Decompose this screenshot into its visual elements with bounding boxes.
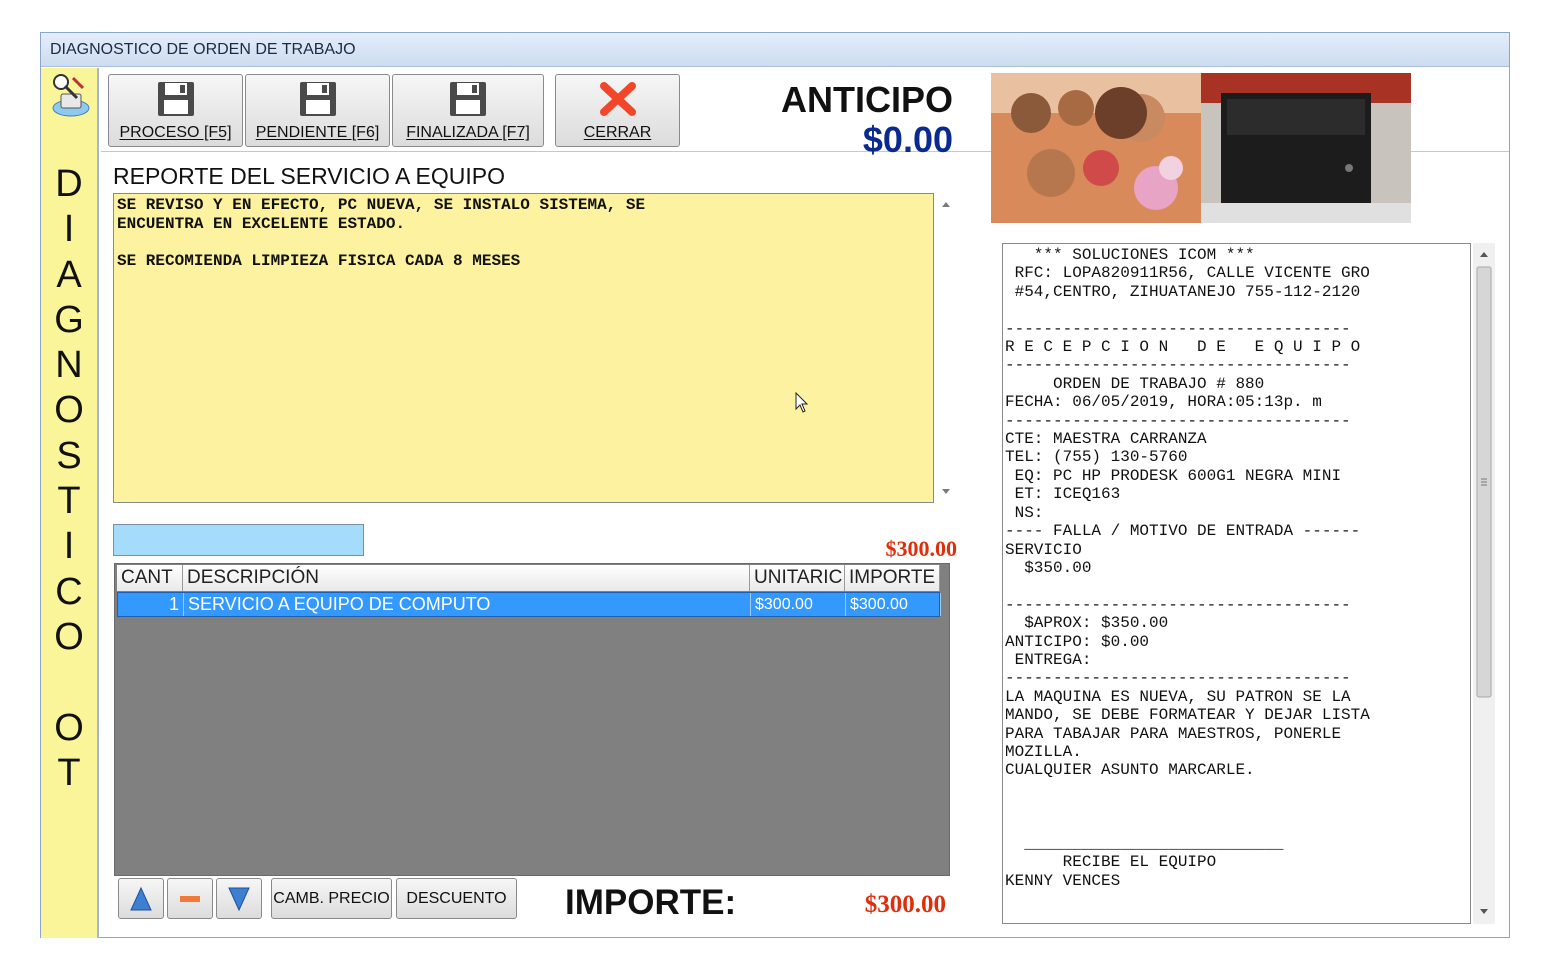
items-grid[interactable]: CANT DESCRIPCIÓN UNITARIC IMPORTE 1 SERV… xyxy=(114,563,950,876)
triangle-up-icon xyxy=(130,886,152,911)
sidebar-letter: N xyxy=(55,344,83,387)
importe-value: $300.00 xyxy=(864,891,946,918)
total-amount: $300.00 xyxy=(885,536,958,561)
sidebar-letter: A xyxy=(56,253,82,296)
save-icon xyxy=(157,82,194,116)
move-down-button[interactable] xyxy=(216,878,262,919)
cerrar-label: CERRAR xyxy=(583,124,652,141)
sidebar-letter: O xyxy=(54,389,84,432)
proceso-button[interactable]: PROCESO [F5] xyxy=(108,74,243,147)
grid-header: CANT DESCRIPCIÓN UNITARIC IMPORTE xyxy=(117,565,940,591)
column-header-unitario[interactable]: UNITARIC xyxy=(750,565,845,591)
remove-button[interactable] xyxy=(167,878,213,919)
column-header-importe[interactable]: IMPORTE xyxy=(845,565,940,591)
column-header-descripcion[interactable]: DESCRIPCIÓN xyxy=(183,565,750,591)
anticipo-label: ANTICIPO xyxy=(780,79,953,120)
sidebar: DIAGNOSTICOOT xyxy=(41,68,99,938)
column-header-cant[interactable]: CANT xyxy=(117,565,183,591)
descuento-button[interactable]: DESCUENTO xyxy=(396,878,517,919)
pendiente-button[interactable]: PENDIENTE [F6] xyxy=(245,74,390,147)
table-row[interactable]: 1 SERVICIO A EQUIPO DE COMPUTO $300.00 $… xyxy=(117,592,941,617)
window-title: DIAGNOSTICO DE ORDEN DE TRABAJO xyxy=(41,33,1509,67)
sidebar-letter xyxy=(41,660,97,705)
sidebar-letter: I xyxy=(63,208,75,251)
pendiente-label: PENDIENTE [F6] xyxy=(255,124,380,141)
cell-cant: 1 xyxy=(118,593,184,616)
app-icon xyxy=(47,72,91,120)
cell-unitario: $300.00 xyxy=(751,593,846,616)
sidebar-letter: G xyxy=(54,298,84,341)
sidebar-letter: I xyxy=(63,525,75,568)
report-textarea[interactable]: SE REVISO Y EN EFECTO, PC NUEVA, SE INST… xyxy=(113,193,934,503)
sidebar-letter: T xyxy=(57,480,81,523)
cell-importe: $300.00 xyxy=(846,593,941,616)
sidebar-letter: O xyxy=(54,706,84,749)
save-icon xyxy=(299,82,336,116)
sidebar-letter: S xyxy=(56,434,82,477)
report-title: REPORTE DEL SERVICIO A EQUIPO xyxy=(113,163,505,189)
report-scrollbar[interactable] xyxy=(936,193,956,503)
importe-label: IMPORTE: xyxy=(565,883,737,922)
sidebar-letter: C xyxy=(55,570,83,613)
close-icon xyxy=(599,82,636,116)
finalizada-button[interactable]: FINALIZADA [F7] xyxy=(392,74,544,147)
anticipo-value: $0.00 xyxy=(862,119,953,160)
finalizada-label: FINALIZADA [F7] xyxy=(406,124,530,141)
ticket-text: *** SOLUCIONES ICOM *** RFC: LOPA820911R… xyxy=(1005,246,1370,890)
camb-precio-button[interactable]: CAMB. PRECIO xyxy=(271,878,392,919)
sidebar-letter: T xyxy=(57,751,81,794)
sidebar-letter: O xyxy=(54,615,84,658)
minus-icon xyxy=(180,896,200,902)
mouse-cursor-icon xyxy=(795,391,809,419)
proceso-label: PROCESO [F5] xyxy=(119,124,232,141)
cell-descripcion: SERVICIO A EQUIPO DE COMPUTO xyxy=(184,593,751,616)
sidebar-vertical-text: DIAGNOSTICOOT xyxy=(41,162,97,796)
save-icon xyxy=(450,82,486,116)
header-photo xyxy=(991,73,1411,223)
search-input[interactable] xyxy=(113,524,364,556)
triangle-down-icon xyxy=(228,887,250,912)
ticket-scrollbar[interactable] xyxy=(1473,243,1495,924)
move-up-button[interactable] xyxy=(118,878,164,919)
cerrar-button[interactable]: CERRAR xyxy=(555,74,680,147)
sidebar-letter: D xyxy=(55,163,83,205)
ticket-preview[interactable]: *** SOLUCIONES ICOM *** RFC: LOPA820911R… xyxy=(1002,243,1471,924)
diagnostico-window: DIAGNOSTICO DE ORDEN DE TRABAJO DIAGNOST… xyxy=(40,32,1510,938)
